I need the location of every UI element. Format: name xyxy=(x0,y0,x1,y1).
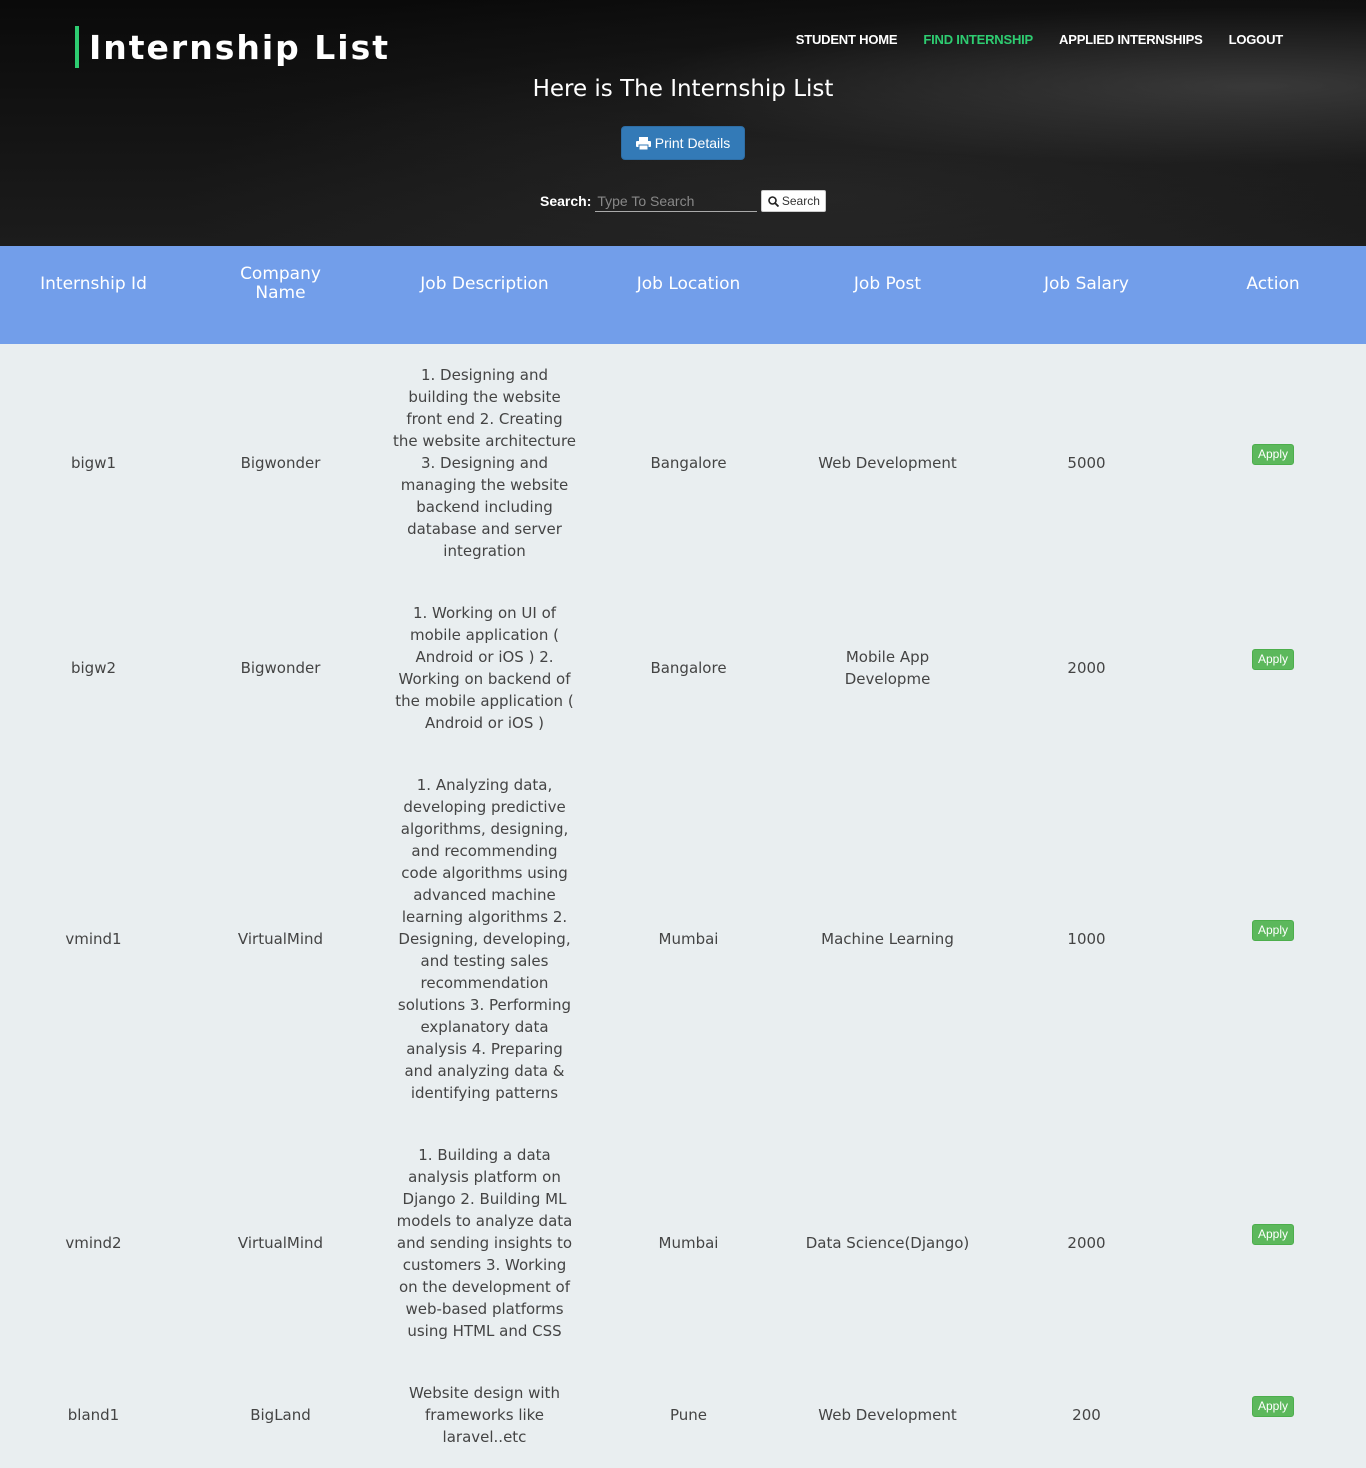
cell-action: Apply xyxy=(1180,1362,1366,1468)
cell-description: 1. Designing and building the website fr… xyxy=(374,344,595,582)
apply-button[interactable]: Apply xyxy=(1251,1395,1295,1417)
cell-salary: 2000 xyxy=(1067,659,1106,677)
cell-action: Apply xyxy=(1180,344,1366,582)
col-internship-id: Internship Id xyxy=(40,273,147,294)
description-text: Website design with frameworks like lara… xyxy=(409,1384,560,1446)
cell-internship-id: bigw2 xyxy=(70,659,117,677)
cell-internship-id: bland1 xyxy=(67,1406,120,1424)
search-icon xyxy=(768,195,779,207)
cell-job-post: Machine Learning xyxy=(821,930,954,948)
print-details-button[interactable]: Print Details xyxy=(621,126,745,160)
apply-button[interactable]: Apply xyxy=(1251,648,1295,670)
table-row: vmind1 VirtualMind 1. Analyzing data, de… xyxy=(0,754,1366,1124)
cell-location: Bangalore xyxy=(650,659,727,677)
description-text: 1. Designing and building the website fr… xyxy=(392,366,577,560)
search-input[interactable] xyxy=(595,190,758,212)
cell-internship-id: bigw1 xyxy=(70,454,117,472)
cell-location: Mumbai xyxy=(658,930,719,948)
col-company-name: Company Name xyxy=(187,246,374,344)
table-row: vmind2 VirtualMind 1. Building a data an… xyxy=(0,1124,1366,1362)
cell-job-post: Mobile App Developme xyxy=(782,582,993,754)
cell-action: Apply xyxy=(1180,582,1366,754)
cell-job-post: Data Science(Django) xyxy=(805,1234,970,1252)
cell-salary: 200 xyxy=(1072,1406,1101,1424)
cell-company: Bigwonder xyxy=(240,454,321,472)
apply-button[interactable]: Apply xyxy=(1251,443,1295,465)
cell-action: Apply xyxy=(1180,1124,1366,1362)
col-job-post: Job Post xyxy=(853,273,922,294)
cell-location: Mumbai xyxy=(658,1234,719,1252)
col-job-location: Job Location xyxy=(636,273,741,294)
col-job-description: Job Description xyxy=(420,273,549,294)
table-row: bigw2 Bigwonder 1. Working on UI of mobi… xyxy=(0,582,1366,754)
col-action: Action xyxy=(1246,273,1300,294)
nav-applied-internships[interactable]: APPLIED INTERNSHIPS xyxy=(1059,32,1203,47)
cell-action: Apply xyxy=(1180,754,1366,1124)
page-brand-title: Internship List xyxy=(75,26,390,68)
description-text: 1. Working on UI of mobile application (… xyxy=(395,604,574,732)
cell-job-post: Web Development xyxy=(818,454,957,472)
col-job-salary: Job Salary xyxy=(1043,273,1129,294)
cell-job-post: Web Development xyxy=(818,1406,957,1424)
table-row: bigw1 Bigwonder 1. Designing and buildin… xyxy=(0,344,1366,582)
nav-find-internship[interactable]: FIND INTERNSHIP xyxy=(923,32,1033,47)
description-text: 1. Analyzing data, developing predictive… xyxy=(397,776,572,1102)
job-post-text: Mobile App Developme xyxy=(844,648,931,688)
col-company-name-label: Company Name xyxy=(240,264,321,303)
cell-description: 1. Analyzing data, developing predictive… xyxy=(374,754,595,1124)
description-text: 1. Building a data analysis platform on … xyxy=(396,1146,573,1340)
cell-internship-id: vmind1 xyxy=(65,930,122,948)
cell-salary: 1000 xyxy=(1067,930,1106,948)
print-icon xyxy=(635,136,651,150)
search-button[interactable]: Search xyxy=(761,190,827,212)
cell-salary: 2000 xyxy=(1067,1234,1106,1252)
header-banner: Internship List STUDENT HOME FIND INTERN… xyxy=(0,0,1366,246)
cell-company: VirtualMind xyxy=(237,1234,324,1252)
cell-internship-id: vmind2 xyxy=(65,1234,122,1252)
cell-description: 1. Building a data analysis platform on … xyxy=(374,1124,595,1362)
apply-button[interactable]: Apply xyxy=(1251,1223,1295,1245)
cell-description: 1. Working on UI of mobile application (… xyxy=(374,582,595,754)
search-button-label: Search xyxy=(781,194,820,208)
top-nav: STUDENT HOME FIND INTERNSHIP APPLIED INT… xyxy=(796,32,1283,47)
internship-table: Internship Id Company Name Job Descripti… xyxy=(0,246,1366,1468)
cell-location: Bangalore xyxy=(650,454,727,472)
cell-company: Bigwonder xyxy=(240,659,321,677)
cell-salary: 5000 xyxy=(1067,454,1106,472)
apply-button[interactable]: Apply xyxy=(1251,919,1295,941)
cell-company: BigLand xyxy=(250,1406,311,1424)
nav-student-home[interactable]: STUDENT HOME xyxy=(796,32,898,47)
search-label: Search: xyxy=(540,193,592,209)
cell-location: Pune xyxy=(669,1406,708,1424)
search-bar: Search: Search xyxy=(540,190,827,212)
table-row: bland1 BigLand Website design with frame… xyxy=(0,1362,1366,1468)
page-title: Here is The Internship List xyxy=(532,76,834,102)
cell-company: VirtualMind xyxy=(237,930,324,948)
table-header-row: Internship Id Company Name Job Descripti… xyxy=(0,246,1366,344)
print-details-label: Print Details xyxy=(654,135,731,151)
cell-description: Website design with frameworks like lara… xyxy=(374,1362,595,1468)
nav-logout[interactable]: LOGOUT xyxy=(1229,32,1284,47)
